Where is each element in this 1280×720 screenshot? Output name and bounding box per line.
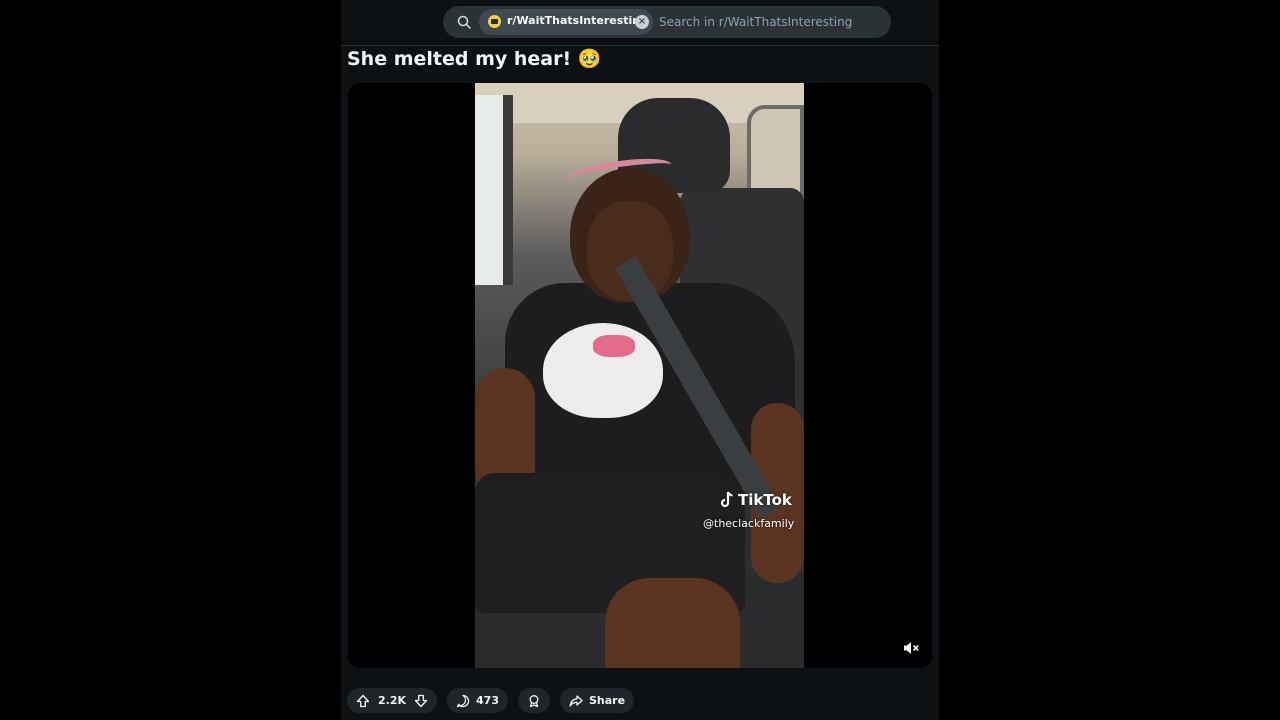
award-icon [529, 694, 539, 707]
community-chip-label: r/WaitThatsInteresting [507, 14, 649, 27]
tiktok-brand: TikTok [738, 491, 792, 509]
video-frame: TikTok @theclackfamily [475, 83, 804, 668]
share-button[interactable]: Share [559, 688, 635, 713]
video-player[interactable]: TikTok @theclackfamily [348, 83, 932, 668]
post-column: r/WaitThatsInteresting × Search in r/Wai… [341, 0, 939, 720]
vote-count: 2.2K [378, 694, 407, 707]
community-filter-chip[interactable]: r/WaitThatsInteresting × [479, 9, 653, 35]
vote-bar: 2.2K [347, 688, 438, 713]
tiktok-watermark: TikTok [720, 491, 792, 509]
search-input[interactable]: Search in r/WaitThatsInteresting [659, 15, 852, 29]
comment-icon [456, 694, 470, 707]
top-bar: r/WaitThatsInteresting × Search in r/Wai… [341, 0, 939, 46]
comment-count: 473 [476, 694, 499, 707]
subreddit-avatar-icon [488, 15, 501, 28]
post-title: She melted my hear! 🥹 [347, 48, 602, 70]
downvote-icon[interactable] [414, 694, 428, 708]
share-label: Share [588, 694, 626, 707]
award-button[interactable] [517, 688, 550, 713]
share-icon [569, 694, 583, 707]
tiktok-handle: @theclackfamily [703, 517, 795, 530]
clear-filter-icon[interactable]: × [635, 15, 649, 29]
comments-button[interactable]: 473 [447, 688, 508, 713]
search-bar[interactable]: r/WaitThatsInteresting × Search in r/Wai… [443, 6, 891, 38]
mute-icon[interactable] [902, 639, 920, 657]
upvote-icon[interactable] [356, 694, 370, 708]
tiktok-logo-icon [720, 491, 733, 508]
post-actions: 2.2K 473 Share [347, 688, 644, 713]
search-icon [457, 15, 471, 29]
